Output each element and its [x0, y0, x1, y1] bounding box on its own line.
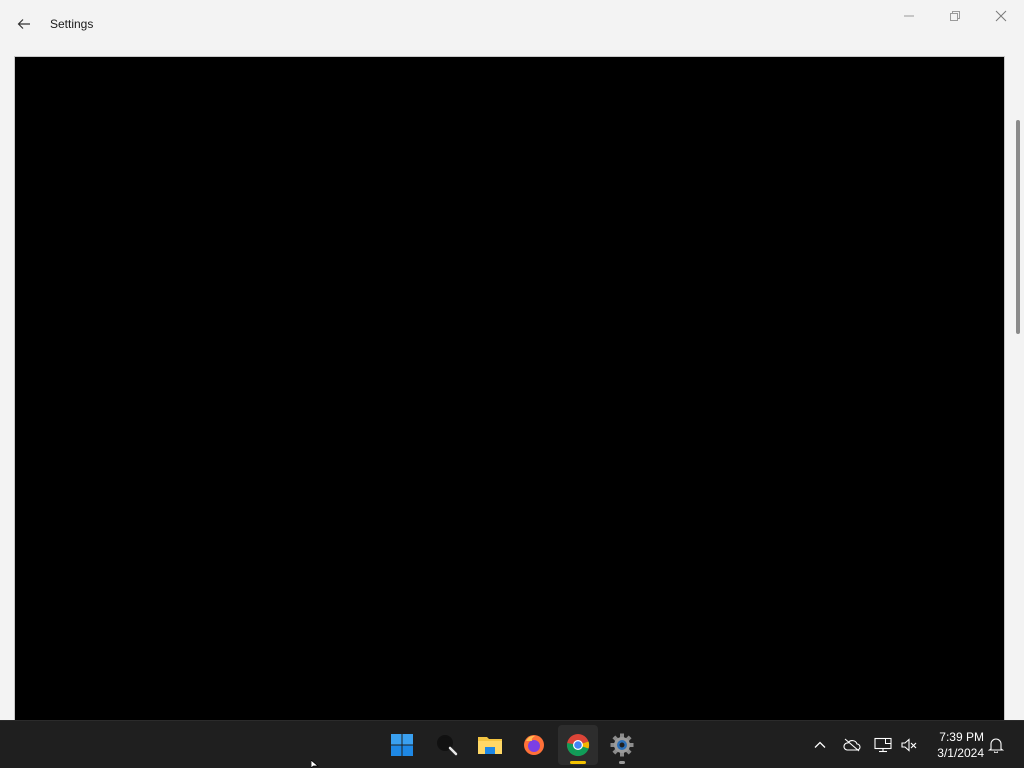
close-button[interactable] — [978, 0, 1024, 32]
network-icon — [874, 737, 892, 753]
chevron-up-icon — [814, 741, 826, 748]
restore-icon — [950, 11, 960, 21]
notifications-button[interactable] — [984, 733, 1008, 757]
settings-window: Settings — [0, 0, 1024, 721]
chrome-button[interactable] — [558, 725, 598, 765]
file-explorer-button[interactable] — [470, 725, 510, 765]
bell-icon — [988, 738, 1004, 753]
search-button[interactable] — [427, 725, 467, 765]
chrome-icon — [567, 734, 590, 757]
vertical-scrollbar[interactable] — [1016, 120, 1020, 334]
onedrive-tray-button[interactable] — [840, 733, 864, 757]
show-hidden-icons-button[interactable] — [808, 733, 832, 757]
mouse-cursor-icon — [311, 760, 319, 768]
clock-date: 3/1/2024 — [937, 746, 984, 760]
back-button[interactable] — [8, 8, 40, 40]
arrow-left-icon — [17, 19, 30, 29]
start-button[interactable] — [382, 725, 422, 765]
system-clock[interactable]: 7:39 PM 3/1/2024 — [924, 729, 984, 761]
taskbar: 7:39 PM 3/1/2024 — [0, 720, 1024, 768]
gear-icon — [610, 733, 634, 757]
minimize-icon — [904, 15, 914, 17]
settings-running-indicator — [619, 761, 625, 764]
firefox-icon — [524, 735, 544, 755]
search-icon — [437, 735, 458, 756]
cloud-off-icon — [843, 738, 861, 752]
title-bar: Settings — [0, 0, 1024, 48]
settings-content-pane — [14, 56, 1005, 721]
volume-muted-icon — [901, 738, 917, 752]
windows-logo-icon — [391, 734, 413, 756]
firefox-button[interactable] — [514, 725, 554, 765]
minimize-button[interactable] — [886, 0, 932, 32]
volume-tray-button[interactable] — [897, 733, 921, 757]
folder-icon — [478, 737, 502, 754]
clock-time: 7:39 PM — [939, 730, 984, 744]
close-icon — [995, 10, 1007, 22]
network-tray-button[interactable] — [871, 733, 895, 757]
maximize-button[interactable] — [932, 0, 978, 32]
settings-button[interactable] — [602, 725, 642, 765]
chrome-active-indicator — [570, 761, 586, 764]
window-title: Settings — [50, 17, 94, 31]
